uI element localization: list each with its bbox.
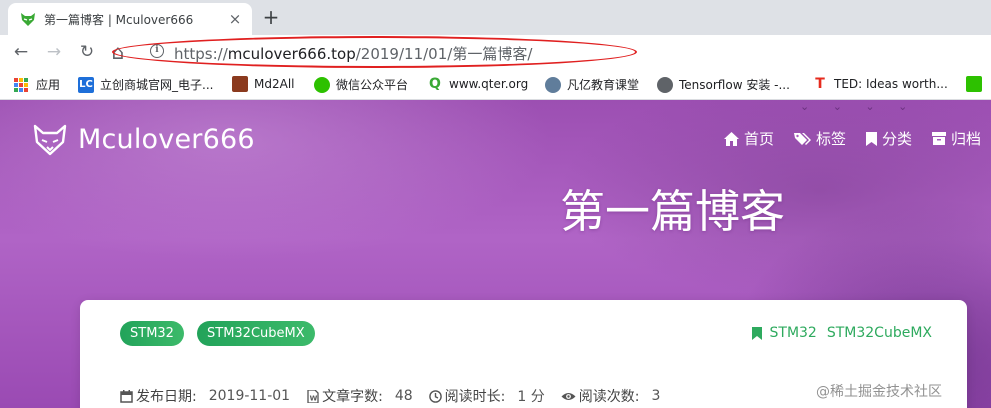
person-icon <box>545 76 561 93</box>
bookmark-icon <box>751 326 762 340</box>
fox-logo-icon[interactable] <box>33 123 67 157</box>
meta-value: 3 <box>651 388 661 404</box>
bookmark-label: www.qter.org <box>449 77 529 91</box>
post-tag[interactable]: STM32 <box>120 321 184 346</box>
globe-icon <box>657 76 673 93</box>
meta-publish-date: 发布日期: 2019-11-01 <box>120 386 290 406</box>
site-info-icon[interactable]: i <box>150 44 164 58</box>
url-text[interactable]: https://mculover666.top/2019/11/01/第一篇博客… <box>174 43 532 64</box>
site-menu: 首页 标签 分类 归档 <box>723 128 991 149</box>
home-button[interactable]: ⌂ <box>106 40 130 64</box>
ted-icon: T <box>815 76 825 92</box>
menu-label: 标签 <box>815 130 846 148</box>
apps-grid-icon <box>14 77 28 92</box>
bookmark-label: Tensorflow 安装 -... <box>679 78 790 92</box>
meta-label: 文章字数: <box>322 389 383 405</box>
meta-read-time: 阅读时长: 1 分 <box>428 386 545 406</box>
browser-toolbar: ← → ↻ ⌂ i https://mculover666.top/2019/1… <box>0 35 991 69</box>
tags-icon <box>793 132 811 145</box>
tab-strip: 第一篇博客 | Mculover666 × + <box>0 0 991 35</box>
bookmark-qter[interactable]: Q www.qter.org <box>427 76 528 92</box>
url-scheme: https:// <box>174 45 228 63</box>
calendar-icon <box>120 389 133 403</box>
wechat-icon <box>314 76 330 93</box>
meta-value: 1 分 <box>517 389 545 405</box>
meta-word-count: W 文章字数: 48 <box>306 386 413 406</box>
category-link[interactable]: STM32 <box>770 325 817 341</box>
close-icon[interactable]: × <box>226 10 244 28</box>
bookmark-wechat[interactable]: 微信公众平台 <box>314 76 408 93</box>
watermark-text: @稀土掘金技术社区 <box>816 384 942 400</box>
post-meta: 发布日期: 2019-11-01 W 文章字数: 48 阅读时长: 1 分 阅读… <box>120 386 676 406</box>
bookmark-md2all[interactable]: Md2All <box>232 76 294 92</box>
post-tag[interactable]: STM32CubeMX <box>197 321 315 346</box>
meta-value: 48 <box>394 388 413 404</box>
site-header: Mculover666 ⌄ ⌄ ⌄ ⌄ 首页 标签 分类 归档 <box>0 100 991 175</box>
forward-button[interactable]: → <box>42 40 66 64</box>
clock-icon <box>428 389 442 403</box>
bookmark-label: TED: Ideas worth... <box>834 77 948 91</box>
md2all-icon <box>232 76 248 92</box>
menu-item-tags[interactable]: 标签 <box>793 128 846 149</box>
browser-tab[interactable]: 第一篇博客 | Mculover666 × <box>8 3 252 35</box>
meta-read-count: 阅读次数: 3 <box>561 386 661 406</box>
bookmark-label: 微信公众平台 <box>336 78 409 92</box>
meta-value: 2019-11-01 <box>208 388 291 404</box>
birds-decoration: ⌄ ⌄ ⌄ ⌄ <box>800 100 918 113</box>
bookmark-tensorflow[interactable]: Tensorflow 安装 -... <box>657 76 790 93</box>
reload-button[interactable]: ↻ <box>75 40 99 64</box>
bookmark-fanyi[interactable]: 凡亿教育课堂 <box>545 76 639 93</box>
meta-label: 阅读时长: <box>444 389 506 405</box>
eye-icon <box>561 392 576 400</box>
menu-label: 归档 <box>950 130 981 148</box>
menu-item-archive[interactable]: 归档 <box>931 128 981 149</box>
bookmark-overflow-icon <box>966 76 982 92</box>
post-title: 第一篇博客 <box>560 185 786 238</box>
new-tab-button[interactable]: + <box>259 5 283 29</box>
bookmark-label: 应用 <box>36 78 61 92</box>
bookmark-lc[interactable]: LC 立创商城官网_电子... <box>78 76 213 93</box>
back-button[interactable]: ← <box>9 40 33 64</box>
lc-icon: LC <box>78 76 94 93</box>
bookmark-icon <box>865 131 877 146</box>
bookmark-label: 立创商城官网_电子... <box>100 78 214 92</box>
menu-item-categories[interactable]: 分类 <box>865 128 912 149</box>
bookmark-ted[interactable]: T TED: Ideas worth... <box>812 76 948 92</box>
url-host: mculover666.top <box>227 45 356 63</box>
home-icon <box>723 131 739 146</box>
post-categories: STM32 STM32CubeMX <box>751 325 932 341</box>
menu-item-home[interactable]: 首页 <box>723 128 774 149</box>
meta-label: 阅读次数: <box>578 389 640 405</box>
menu-label: 分类 <box>881 130 912 148</box>
tab-title: 第一篇博客 | Mculover666 <box>44 12 194 27</box>
url-path: /2019/11/01/第一篇博客/ <box>355 45 533 63</box>
bookmark-more[interactable] <box>966 76 988 92</box>
bookmark-apps[interactable]: 应用 <box>14 76 60 93</box>
meta-label: 发布日期: <box>136 389 197 405</box>
site-name[interactable]: Mculover666 <box>78 124 255 155</box>
category-link[interactable]: STM32CubeMX <box>827 325 932 341</box>
menu-label: 首页 <box>743 130 774 148</box>
word-doc-icon: W <box>307 389 319 403</box>
bookmark-label: 凡亿教育课堂 <box>567 78 640 92</box>
svg-text:W: W <box>310 394 318 402</box>
address-bar[interactable]: i https://mculover666.top/2019/11/01/第一篇… <box>138 39 991 65</box>
archive-icon <box>931 132 946 145</box>
bookmark-label: Md2All <box>254 77 295 91</box>
bookmarks-bar: 应用 LC 立创商城官网_电子... Md2All 微信公众平台 Q www.q… <box>0 69 991 100</box>
fox-favicon-icon <box>21 13 35 26</box>
qter-icon: Q <box>429 76 441 92</box>
